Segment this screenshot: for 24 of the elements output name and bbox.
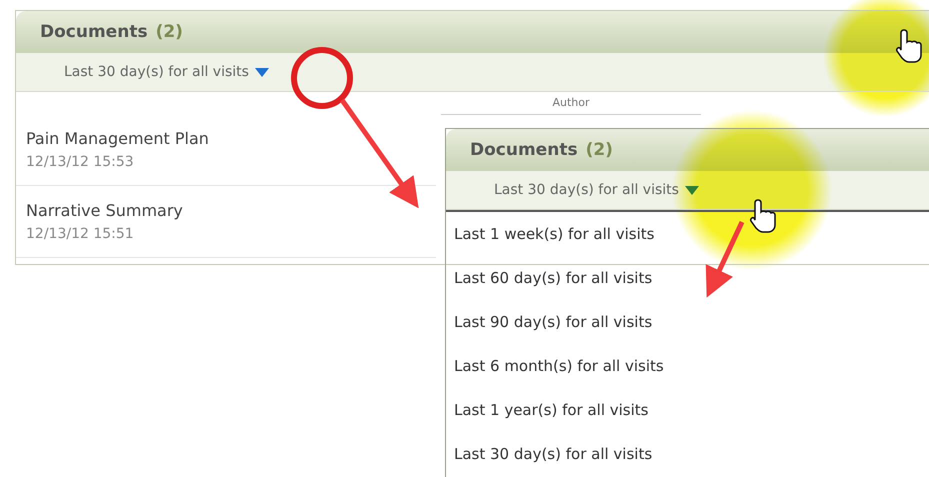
menu-item[interactable]: Last 60 day(s) for all visits [446,256,929,300]
menu-item[interactable]: Last 1 year(s) for all visits [446,388,929,432]
hand-cursor-icon [750,199,776,233]
column-header[interactable]: Author [441,92,701,115]
menu-item[interactable]: Last 1 week(s) for all visits [446,212,929,256]
panel-title: Documents [40,22,148,42]
panel-title: Documents [470,140,578,160]
hand-cursor-icon [896,29,922,63]
filter-dropdown[interactable]: Last 30 day(s) for all visits [64,64,269,80]
menu-item[interactable]: Last 90 day(s) for all visits [446,300,929,344]
callout-circle [291,47,353,109]
document-date: 12/13/12 15:53 [26,154,135,170]
document-title: Pain Management Plan [26,129,210,148]
filter-dropdown[interactable]: Last 30 day(s) for all visits [494,182,699,198]
document-title: Narrative Summary [26,201,184,220]
document-date: 12/13/12 15:51 [26,226,135,242]
caret-icon [254,68,269,76]
document-count: (2) [156,22,183,42]
caret-icon [684,186,699,194]
document-count: (2) [586,140,613,160]
document-row[interactable]: Pain Management Plan 12/13/12 15:53 [16,114,436,186]
menu-item[interactable]: Last 6 month(s) for all visits [446,344,929,388]
document-row[interactable]: Narrative Summary 12/13/12 15:51 [16,186,436,258]
menu-item[interactable]: Last 30 day(s) for all visits [446,432,929,476]
